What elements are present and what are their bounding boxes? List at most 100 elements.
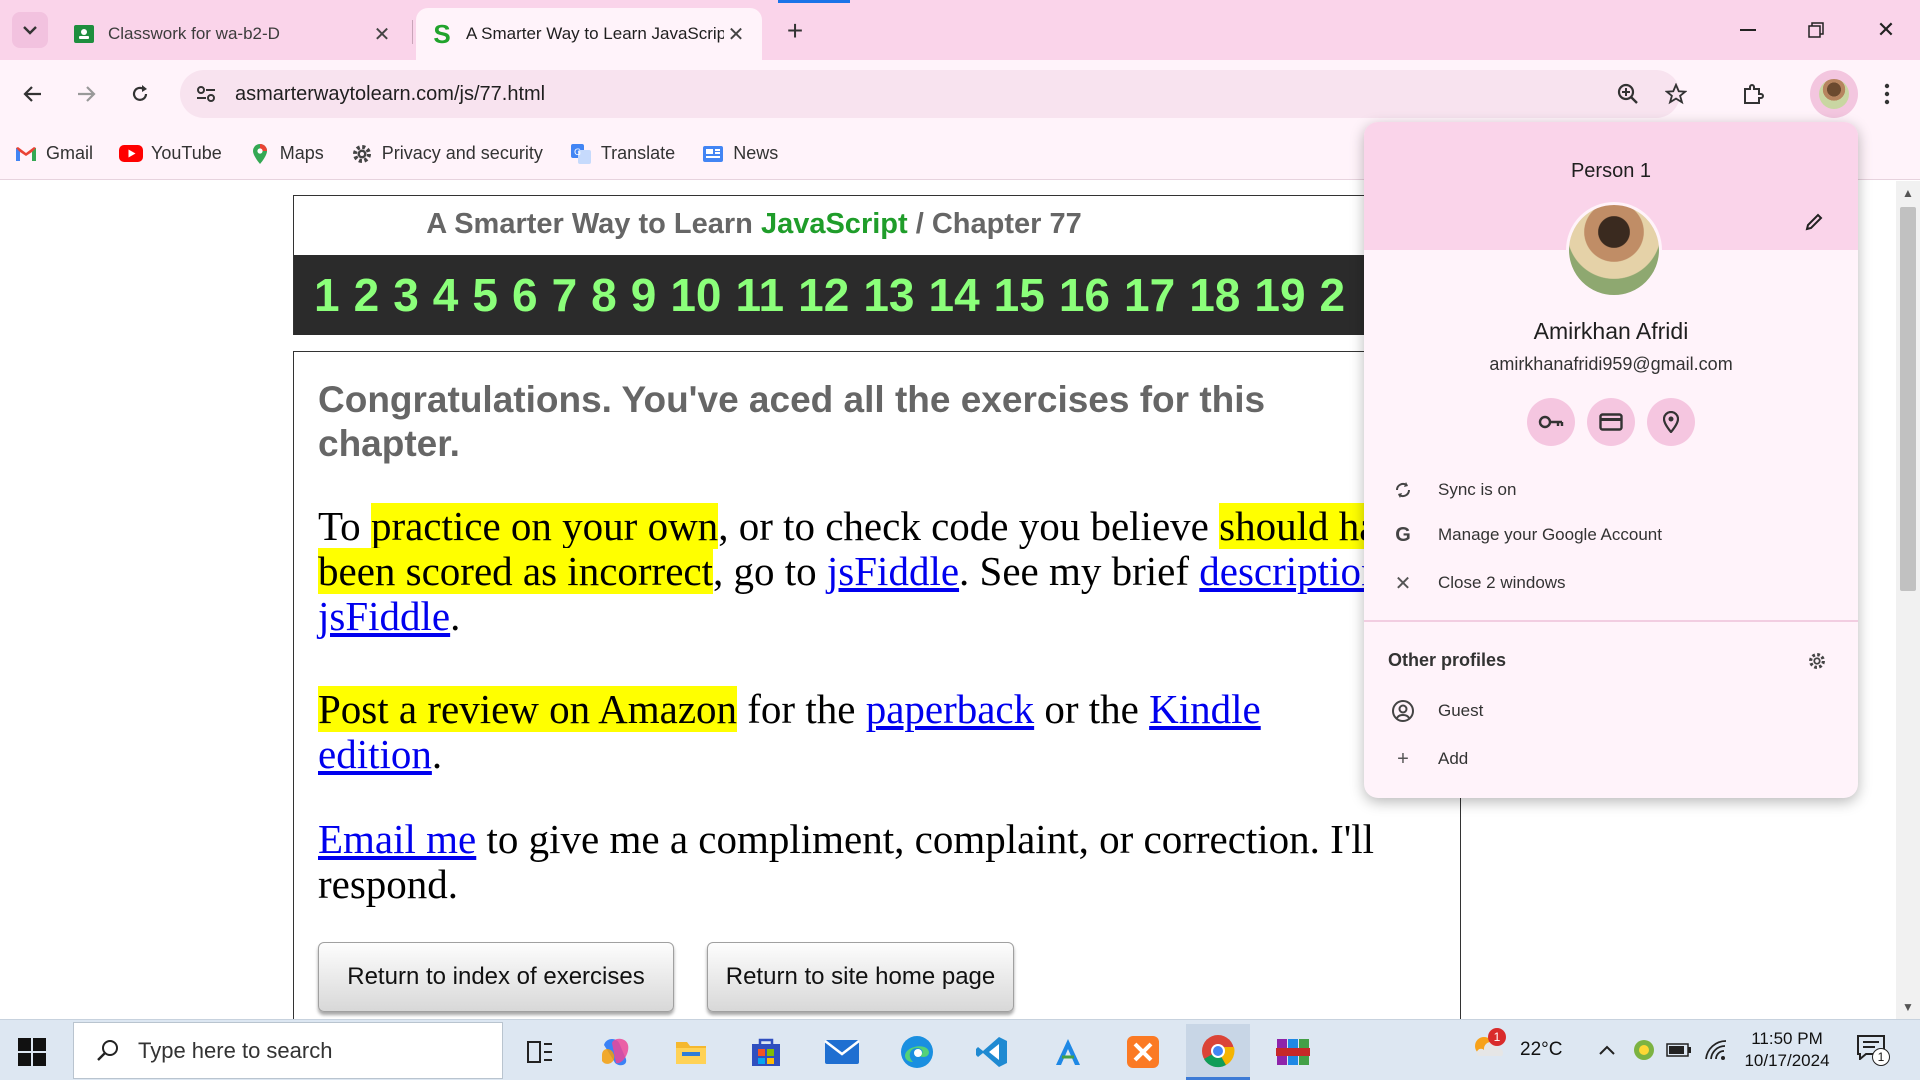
text: . — [450, 593, 461, 639]
edge-button[interactable] — [885, 1024, 949, 1080]
passwords-button[interactable] — [1527, 398, 1575, 446]
vertical-scrollbar[interactable]: ▲ ▼ — [1896, 181, 1920, 1019]
bookmark-translate[interactable]: G Translate — [569, 143, 675, 165]
wifi-indicator[interactable] — [1704, 1020, 1728, 1080]
guest-profile[interactable]: Guest — [1364, 690, 1858, 732]
chapter-link[interactable]: 1 — [314, 255, 340, 335]
tab-strip: Classwork for wa-b2-D ✕ S A Smarter Way … — [0, 0, 1920, 60]
copilot-button[interactable] — [584, 1024, 648, 1080]
chapter-link[interactable]: 2 — [1320, 255, 1346, 335]
jsfiddle-link[interactable]: jsFiddle — [827, 548, 959, 594]
extensions-button[interactable] — [1733, 74, 1773, 114]
chapter-link[interactable]: 15 — [994, 255, 1045, 335]
xampp-button[interactable] — [1111, 1024, 1175, 1080]
restore-button[interactable] — [1782, 0, 1850, 60]
payment-methods-button[interactable] — [1587, 398, 1635, 446]
chrome-button[interactable] — [1186, 1024, 1250, 1080]
vscode-button[interactable] — [960, 1024, 1024, 1080]
return-index-button[interactable]: Return to index of exercises — [318, 942, 674, 1012]
forward-button[interactable] — [66, 74, 106, 114]
svg-text:G: G — [574, 148, 581, 158]
minimize-button[interactable] — [1714, 0, 1782, 60]
manage-google-account[interactable]: G Manage your Google Account — [1364, 514, 1858, 556]
show-hidden-icons-button[interactable] — [1598, 1020, 1616, 1080]
sync-status[interactable]: Sync is on — [1364, 469, 1858, 511]
bookmark-youtube[interactable]: YouTube — [119, 143, 222, 165]
task-view-button[interactable] — [508, 1024, 572, 1080]
chapter-link[interactable]: 11 — [736, 255, 785, 335]
site-settings-icon[interactable] — [190, 78, 222, 110]
chapter-link[interactable]: 2 — [354, 255, 380, 335]
windows-logo-icon — [18, 1038, 46, 1066]
reload-button[interactable] — [120, 74, 160, 114]
start-button[interactable] — [14, 1034, 50, 1070]
chapter-link[interactable]: 19 — [1254, 255, 1305, 335]
file-explorer-button[interactable] — [659, 1024, 723, 1080]
close-icon[interactable]: ✕ — [370, 22, 394, 46]
tab-search-button[interactable] — [12, 12, 48, 48]
chapter-link[interactable]: 9 — [631, 255, 657, 335]
notification-center-button[interactable]: 1 — [1856, 1020, 1892, 1080]
scrollbar-thumb[interactable] — [1900, 207, 1916, 591]
translate-icon: G — [569, 143, 593, 165]
app-a-button[interactable] — [1036, 1024, 1100, 1080]
chapter-link[interactable]: 3 — [393, 255, 419, 335]
manage-profiles-button[interactable] — [1804, 648, 1830, 674]
chapter-link[interactable]: 6 — [512, 255, 538, 335]
restore-icon — [1808, 22, 1824, 38]
scroll-up-icon[interactable]: ▲ — [1902, 187, 1914, 199]
microsoft-store-button[interactable] — [734, 1024, 798, 1080]
chapter-link[interactable]: 4 — [433, 255, 459, 335]
email-paragraph: Email me to give me a compliment, compla… — [318, 817, 1438, 907]
battery-indicator[interactable] — [1666, 1020, 1692, 1080]
bookmark-maps[interactable]: Maps — [248, 143, 324, 165]
add-profile[interactable]: + Add — [1364, 738, 1858, 780]
scroll-down-icon[interactable]: ▼ — [1902, 1001, 1914, 1013]
system-clock[interactable]: 11:50 PM 10/17/2024 — [1728, 1028, 1846, 1072]
winrar-button[interactable] — [1261, 1024, 1325, 1080]
mail-icon — [824, 1040, 860, 1064]
task-view-icon — [527, 1041, 552, 1063]
taskbar-search-box[interactable]: Type here to search — [73, 1022, 503, 1079]
close-windows[interactable]: ✕ Close 2 windows — [1364, 562, 1858, 604]
new-tab-button[interactable]: + — [778, 14, 812, 48]
close-icon[interactable]: ✕ — [724, 22, 748, 46]
paperback-link[interactable]: paperback — [866, 686, 1034, 732]
chapter-link[interactable]: 10 — [670, 255, 721, 335]
arrow-right-icon — [78, 86, 96, 102]
email-me-link[interactable]: Email me — [318, 816, 476, 862]
chapter-link[interactable]: 17 — [1124, 255, 1175, 335]
chapter-link[interactable]: 7 — [552, 255, 578, 335]
zoom-icon[interactable] — [1612, 78, 1644, 110]
edit-profile-button[interactable] — [1798, 206, 1830, 238]
profile-avatar-button[interactable] — [1810, 70, 1858, 118]
close-icon: ✕ — [1876, 17, 1896, 42]
chapter-link[interactable]: 14 — [929, 255, 980, 335]
search-placeholder: Type here to search — [138, 1037, 333, 1063]
addresses-button[interactable] — [1647, 398, 1695, 446]
content-box: Congratulations. You've aced all the exe… — [293, 351, 1461, 1019]
bookmark-label: YouTube — [151, 143, 222, 163]
bookmark-news[interactable]: News — [701, 143, 778, 165]
mail-button[interactable] — [810, 1024, 874, 1080]
chapter-link[interactable]: 5 — [472, 255, 498, 335]
close-window-button[interactable]: ✕ — [1852, 0, 1920, 60]
chapter-link[interactable]: 16 — [1059, 255, 1110, 335]
tab-smarter-way[interactable]: S A Smarter Way to Learn JavaScript ✕ — [416, 8, 762, 60]
loading-indicator — [778, 0, 850, 3]
return-home-button[interactable]: Return to site home page — [707, 942, 1014, 1012]
tab-title: A Smarter Way to Learn JavaScript — [466, 24, 724, 43]
chrome-menu-button[interactable] — [1867, 74, 1907, 114]
back-button[interactable] — [13, 74, 53, 114]
address-bar[interactable]: asmarterwaytolearn.com/js/77.html — [180, 70, 1687, 118]
chapter-link[interactable]: 13 — [863, 255, 914, 335]
chapter-link[interactable]: 18 — [1189, 255, 1240, 335]
bookmark-gmail[interactable]: Gmail — [14, 143, 93, 165]
tray-app-icon[interactable] — [1632, 1020, 1656, 1080]
bookmark-star-icon[interactable] — [1660, 78, 1692, 110]
bookmark-privacy-security[interactable]: Privacy and security — [350, 143, 543, 165]
chapter-link[interactable]: 12 — [798, 255, 849, 335]
tab-classwork[interactable]: Classwork for wa-b2-D ✕ — [58, 8, 408, 60]
weather-widget[interactable]: 1 22°C — [1470, 1020, 1562, 1080]
chapter-link[interactable]: 8 — [591, 255, 617, 335]
